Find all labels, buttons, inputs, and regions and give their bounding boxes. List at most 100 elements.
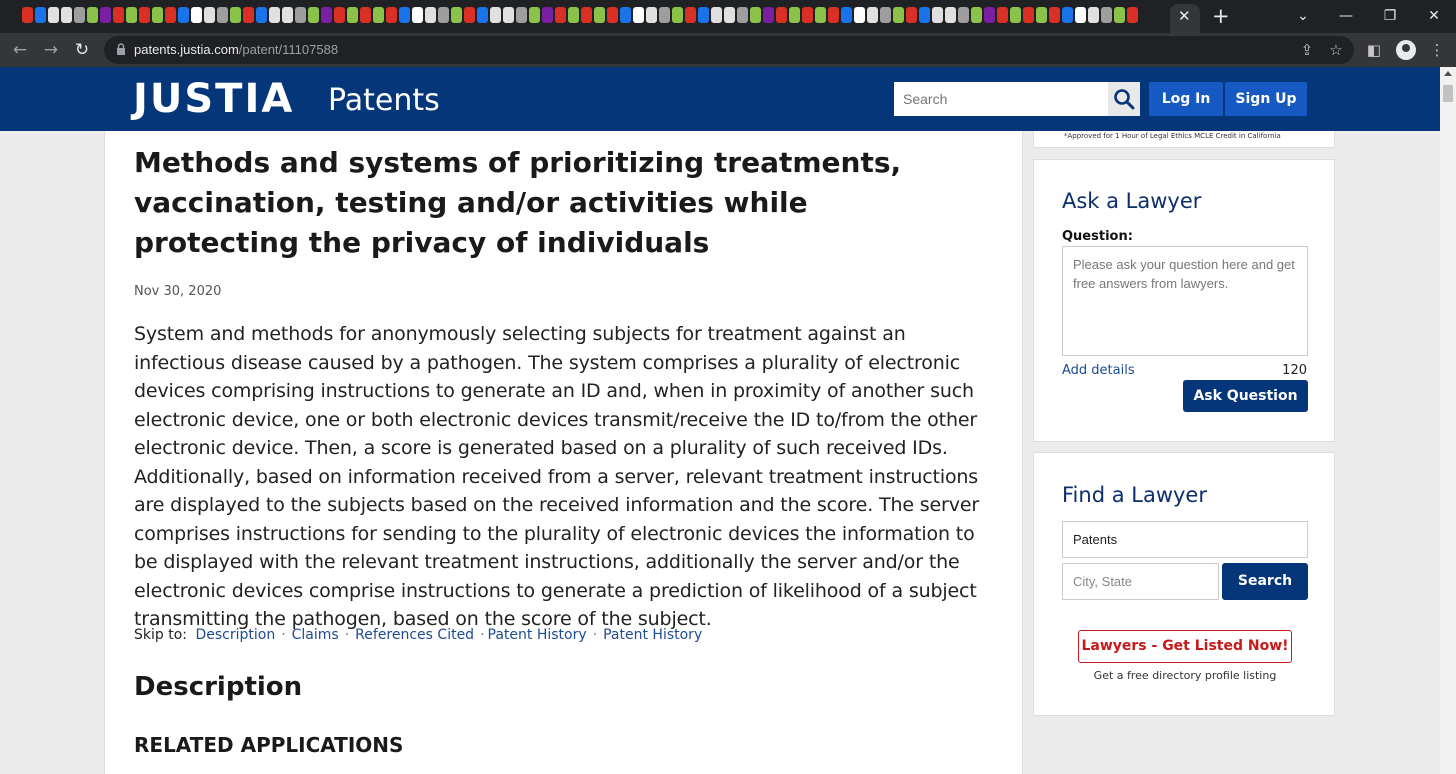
tab-favicon[interactable] (893, 7, 904, 23)
tab-favicon[interactable] (1010, 7, 1021, 23)
tab-favicon[interactable] (971, 7, 982, 23)
tab-favicon[interactable] (841, 7, 852, 23)
tab-favicon[interactable] (1088, 7, 1099, 23)
tab-favicon[interactable] (607, 7, 618, 23)
tab-favicon[interactable] (945, 7, 956, 23)
signup-button[interactable]: Sign Up (1225, 82, 1307, 116)
side-panel-icon[interactable]: ◧ (1363, 39, 1385, 61)
tab-favicon[interactable] (477, 7, 488, 23)
tab-favicon[interactable] (516, 7, 527, 23)
scroll-up-icon[interactable] (1444, 71, 1452, 76)
tab-favicon[interactable] (1062, 7, 1073, 23)
page-scrollbar[interactable] (1440, 67, 1456, 774)
tab-favicon[interactable] (22, 7, 33, 23)
share-icon[interactable]: ⇪ (1296, 39, 1318, 61)
tab-favicon[interactable] (997, 7, 1008, 23)
add-details-link[interactable]: Add details (1062, 362, 1135, 380)
tab-favicon[interactable] (126, 7, 137, 23)
tab-favicon[interactable] (425, 7, 436, 23)
menu-icon[interactable]: ⋮ (1426, 39, 1448, 61)
tab-favicon[interactable] (932, 7, 943, 23)
tab-favicon[interactable] (464, 7, 475, 23)
skip-link-description[interactable]: Description (195, 627, 275, 643)
bookmark-star-icon[interactable]: ☆ (1325, 39, 1347, 61)
new-tab-icon[interactable]: + (1212, 4, 1230, 28)
tab-favicon[interactable] (373, 7, 384, 23)
tab-favicon[interactable] (152, 7, 163, 23)
tab-favicon[interactable] (100, 7, 111, 23)
tab-favicon[interactable] (529, 7, 540, 23)
tab-favicon[interactable] (711, 7, 722, 23)
skip-link-claims[interactable]: Claims (292, 627, 339, 643)
forward-icon[interactable]: → (40, 39, 62, 61)
tab-favicon[interactable] (724, 7, 735, 23)
tab-favicon[interactable] (815, 7, 826, 23)
tab-favicon[interactable] (646, 7, 657, 23)
tab-favicon[interactable] (191, 7, 202, 23)
skip-link-patent-history[interactable]: Patent History (488, 627, 587, 643)
tab-favicon[interactable] (789, 7, 800, 23)
address-bar[interactable]: patents.justia.com/patent/11107588 (104, 36, 1354, 64)
find-lawyer-search-button[interactable]: Search (1222, 563, 1308, 600)
tab-favicon[interactable] (984, 7, 995, 23)
tab-favicon[interactable] (61, 7, 72, 23)
tab-favicon[interactable] (360, 7, 371, 23)
tab-favicon[interactable] (269, 7, 280, 23)
tab-favicon[interactable] (503, 7, 514, 23)
tab-favicon[interactable] (672, 7, 683, 23)
tab-favicon[interactable] (399, 7, 410, 23)
patents-section-title[interactable]: Patents (328, 81, 440, 121)
minimize-icon[interactable]: — (1336, 6, 1356, 26)
tab-search-icon[interactable]: ⌄ (1293, 6, 1313, 26)
tab-favicon[interactable] (243, 7, 254, 23)
maximize-icon[interactable]: ❐ (1380, 6, 1400, 26)
location-field[interactable]: City, State (1062, 563, 1219, 600)
ad-banner[interactable]: *Approved for 1 Hour of Legal Ethics MCL… (1033, 131, 1335, 148)
tab-favicon[interactable] (412, 7, 423, 23)
get-listed-button[interactable]: Lawyers - Get Listed Now! (1078, 630, 1292, 663)
tab-favicon[interactable] (204, 7, 215, 23)
tab-favicon[interactable] (1114, 7, 1125, 23)
practice-area-field[interactable]: Patents (1062, 521, 1308, 558)
reload-icon[interactable]: ↻ (71, 39, 93, 61)
tab-favicon[interactable] (295, 7, 306, 23)
tab-favicon[interactable] (750, 7, 761, 23)
skip-link-patent-history-2[interactable]: Patent History (603, 627, 702, 643)
tab-favicon[interactable] (1023, 7, 1034, 23)
tab-favicon[interactable] (1101, 7, 1112, 23)
back-icon[interactable]: ← (9, 39, 31, 61)
tab-favicon[interactable] (438, 7, 449, 23)
tab-favicon[interactable] (906, 7, 917, 23)
tab-favicon[interactable] (659, 7, 670, 23)
tab-favicon[interactable] (854, 7, 865, 23)
site-search-input[interactable] (894, 82, 1108, 116)
tab-favicons[interactable] (22, 7, 1170, 25)
login-button[interactable]: Log In (1149, 82, 1223, 116)
tab-favicon[interactable] (698, 7, 709, 23)
tab-favicon[interactable] (568, 7, 579, 23)
tab-favicon[interactable] (490, 7, 501, 23)
tab-favicon[interactable] (737, 7, 748, 23)
tab-favicon[interactable] (1049, 7, 1060, 23)
tab-favicon[interactable] (48, 7, 59, 23)
tab-favicon[interactable] (685, 7, 696, 23)
tab-favicon[interactable] (386, 7, 397, 23)
tab-favicon[interactable] (620, 7, 631, 23)
search-button[interactable] (1108, 82, 1140, 116)
tab-favicon[interactable] (217, 7, 228, 23)
tab-favicon[interactable] (919, 7, 930, 23)
tab-favicon[interactable] (555, 7, 566, 23)
tab-favicon[interactable] (308, 7, 319, 23)
tab-favicon[interactable] (347, 7, 358, 23)
skip-link-references[interactable]: References Cited (355, 627, 474, 643)
tab-favicon[interactable] (1075, 7, 1086, 23)
tab-favicon[interactable] (256, 7, 267, 23)
tab-favicon[interactable] (867, 7, 878, 23)
tab-favicon[interactable] (334, 7, 345, 23)
tab-favicon[interactable] (763, 7, 774, 23)
tab-favicon[interactable] (451, 7, 462, 23)
ask-question-button[interactable]: Ask Question (1183, 380, 1308, 412)
tab-close-icon[interactable]: ✕ (1178, 6, 1191, 26)
tab-favicon[interactable] (802, 7, 813, 23)
tab-favicon[interactable] (35, 7, 46, 23)
